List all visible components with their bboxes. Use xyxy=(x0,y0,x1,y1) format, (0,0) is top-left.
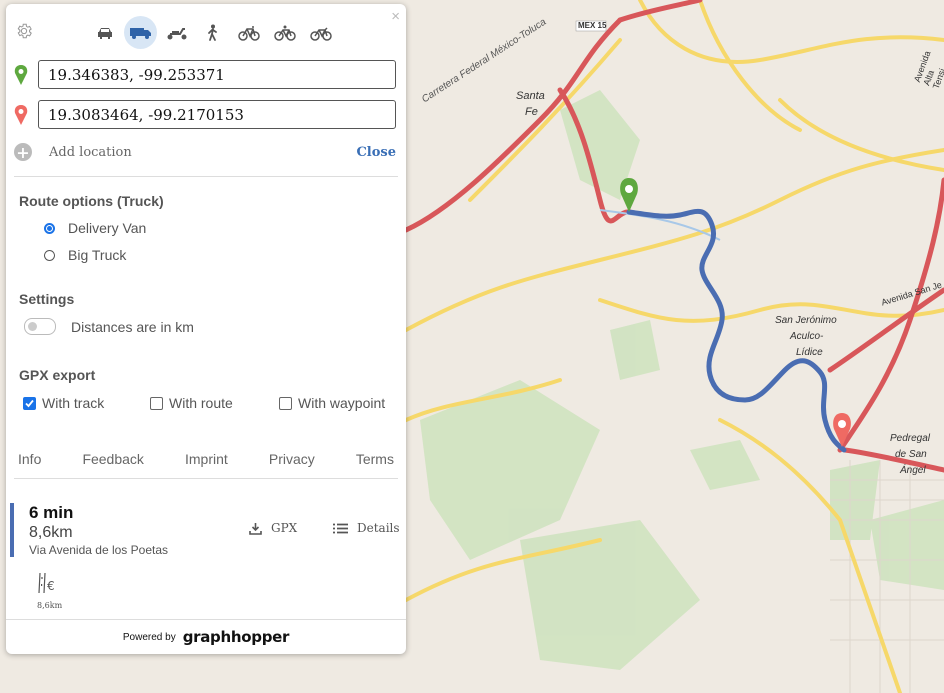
end-location-input[interactable]: 19.3083464, -99.2170153 xyxy=(38,100,396,129)
add-location-icon[interactable]: + xyxy=(14,143,32,162)
details-button-label: Details xyxy=(357,521,400,535)
mode-car-button[interactable] xyxy=(88,16,121,49)
travel-mode-bar xyxy=(88,16,337,49)
start-location-row: 19.346383, -99.253371 xyxy=(14,60,396,89)
option-big-truck[interactable]: Big Truck xyxy=(44,247,126,263)
big-truck-radio[interactable] xyxy=(44,249,55,261)
route-via: Via Avenida de los Poetas xyxy=(29,543,168,557)
road-shield-mex15: MEX 15 xyxy=(578,21,607,30)
info-link[interactable]: Info xyxy=(18,451,41,467)
place-label-san-jeronimo: San Jerónimo xyxy=(775,315,837,326)
start-pin-icon xyxy=(14,64,28,85)
routing-panel: × 19.346383, -99.253371 19.3083464, -99.… xyxy=(6,4,406,654)
distance-unit-row[interactable]: Distances are in km xyxy=(24,318,194,335)
close-settings-link[interactable]: Close xyxy=(356,145,396,160)
with-track-checkbox[interactable] xyxy=(23,396,36,410)
with-route-checkbox[interactable] xyxy=(150,396,163,410)
route-result-card[interactable]: 6 min 8,6km Via Avenida de los Poetas GP… xyxy=(10,503,400,558)
mode-bike-button[interactable] xyxy=(232,16,265,49)
walking-icon xyxy=(207,24,217,41)
place-label-aculco: Aculco- xyxy=(790,331,824,342)
truck-icon xyxy=(129,27,151,39)
terms-link[interactable]: Terms xyxy=(356,451,394,467)
racing-bike-icon xyxy=(309,26,332,41)
place-label-de-san: de San xyxy=(895,449,927,460)
place-label-fe: Fe xyxy=(525,106,538,118)
toll-road-info[interactable]: € 8,6km xyxy=(37,572,63,610)
powered-by-label: Powered by xyxy=(122,631,176,643)
download-icon xyxy=(249,522,262,535)
route-color-bar xyxy=(10,503,14,557)
mode-mtb-button[interactable] xyxy=(268,16,301,49)
add-location-link[interactable]: Add location xyxy=(49,145,132,160)
add-location-row: + Add location Close xyxy=(14,143,396,162)
panel-close-icon[interactable]: × xyxy=(391,8,400,25)
gpx-with-waypoint-row[interactable]: With waypoint xyxy=(279,395,385,411)
route-options-title: Route options (Truck) xyxy=(19,193,164,209)
place-label-pedregal: Pedregal xyxy=(890,433,931,444)
graphhopper-logo[interactable]: graphhopper xyxy=(183,628,290,646)
toll-road-icon: € xyxy=(38,572,55,594)
gpx-export-title: GPX export xyxy=(19,367,96,383)
place-label-lidice: Lídice xyxy=(796,347,823,358)
distance-unit-label: Distances are in km xyxy=(71,318,194,335)
details-button[interactable]: Details xyxy=(333,521,400,535)
mountain-bike-icon xyxy=(273,25,296,41)
mode-scooter-button[interactable] xyxy=(160,16,193,49)
with-waypoint-label: With waypoint xyxy=(298,395,386,411)
big-truck-label: Big Truck xyxy=(68,247,127,263)
gpx-with-route-row[interactable]: With route xyxy=(150,395,233,411)
with-route-label: With route xyxy=(169,395,233,411)
option-delivery-van[interactable]: Delivery Van xyxy=(44,220,146,236)
scooter-icon xyxy=(167,27,186,39)
svg-text:€: € xyxy=(47,579,55,593)
footer-links: Info Feedback Imprint Privacy Terms xyxy=(18,451,394,467)
feedback-link[interactable]: Feedback xyxy=(82,451,143,467)
privacy-link[interactable]: Privacy xyxy=(269,451,315,467)
mode-racingbike-button[interactable] xyxy=(304,16,337,49)
place-label-angel: Ángel xyxy=(900,465,926,476)
with-waypoint-checkbox[interactable] xyxy=(279,396,292,410)
route-distance: 8,6km xyxy=(29,524,73,541)
divider xyxy=(14,478,398,479)
bike-icon xyxy=(237,25,260,41)
mode-foot-button[interactable] xyxy=(196,16,229,49)
gear-icon[interactable] xyxy=(15,22,33,40)
end-pin-icon xyxy=(14,104,28,125)
delivery-van-label: Delivery Van xyxy=(68,220,147,236)
start-location-input[interactable]: 19.346383, -99.253371 xyxy=(38,60,396,89)
mode-truck-button[interactable] xyxy=(124,16,157,49)
list-icon xyxy=(333,523,348,533)
gpx-download-button[interactable]: GPX xyxy=(249,521,297,535)
end-location-row: 19.3083464, -99.2170153 xyxy=(14,100,396,129)
powered-by-footer: Powered by graphhopper xyxy=(6,619,406,654)
gpx-button-label: GPX xyxy=(271,521,298,535)
gpx-with-track-row[interactable]: With track xyxy=(23,395,104,411)
imprint-link[interactable]: Imprint xyxy=(185,451,228,467)
with-track-label: With track xyxy=(42,395,105,411)
car-icon xyxy=(97,27,112,39)
distance-unit-toggle[interactable] xyxy=(24,318,56,335)
route-time: 6 min xyxy=(29,503,74,522)
delivery-van-radio[interactable] xyxy=(44,222,55,234)
divider xyxy=(14,176,398,177)
toll-distance: 8,6km xyxy=(37,601,63,610)
place-label-santa: Santa xyxy=(516,90,545,102)
settings-title: Settings xyxy=(19,291,75,307)
